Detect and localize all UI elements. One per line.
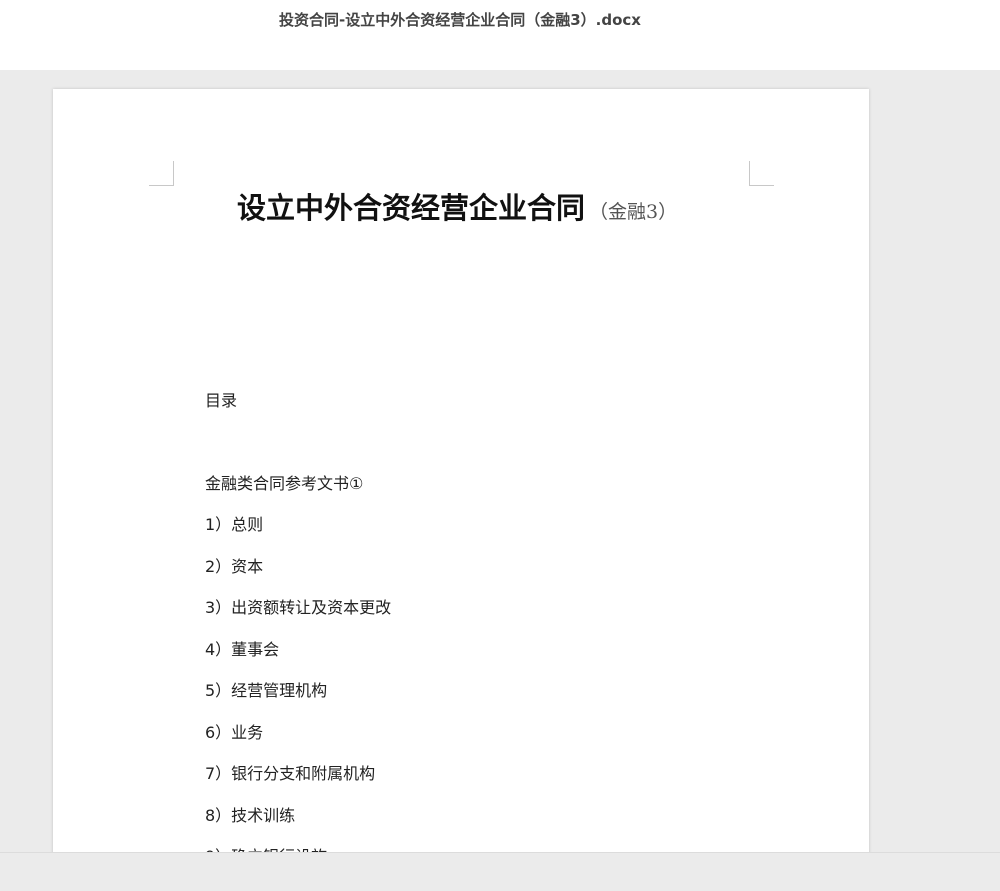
- document-heading: 设立中外合资经营企业合同 （金融3）: [237, 185, 677, 227]
- section-title: 金融类合同参考文书①: [205, 474, 364, 493]
- toc-item: 2）资本: [205, 557, 264, 576]
- margin-corner-top-left: [149, 161, 174, 186]
- document-filename: 投资合同-设立中外合资经营企业合同（金融3）.docx: [279, 11, 641, 29]
- heading-main-text: 设立中外合资经营企业合同: [237, 191, 586, 225]
- toc-item: 3）出资额转让及资本更改: [205, 598, 392, 617]
- toc-item: 8）技术训练: [205, 806, 296, 825]
- toc-item: 4）董事会: [205, 640, 280, 659]
- document-viewer[interactable]: 设立中外合资经营企业合同 （金融3） 目录 金融类合同参考文书① 1）总则 2）资…: [0, 70, 1000, 852]
- document-page: 设立中外合资经营企业合同 （金融3） 目录 金融类合同参考文书① 1）总则 2）资…: [53, 89, 869, 852]
- heading-suffix-text: （金融3）: [589, 201, 678, 223]
- toc-item: 5）经营管理机构: [205, 681, 328, 700]
- toc-item: 9）确立银行设施: [205, 843, 327, 852]
- toc-item: 7）银行分支和附属机构: [205, 764, 376, 783]
- toc-item: 1）总则: [205, 515, 264, 534]
- toc-label: 目录: [205, 391, 238, 410]
- bottom-bar: [0, 852, 1000, 891]
- toc-item: 6）业务: [205, 723, 264, 742]
- title-bar: 投资合同-设立中外合资经营企业合同（金融3）.docx: [0, 0, 1000, 70]
- margin-corner-top-right: [749, 161, 774, 186]
